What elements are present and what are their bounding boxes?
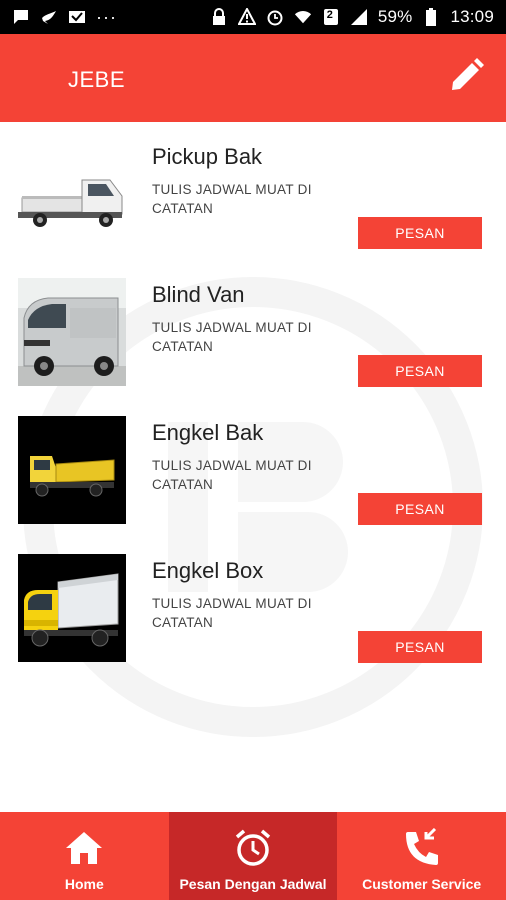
list-item-blind-van: Blind Van TULIS JADWAL MUAT DI CATATAN P…: [0, 260, 506, 398]
wifi-icon: [294, 8, 312, 26]
bottom-navigation: Home Pesan Dengan Jadwal Customer Servic…: [0, 812, 506, 900]
alarm-icon: [266, 8, 284, 26]
box-truck-image: [18, 554, 126, 662]
signal-icon: [350, 8, 368, 26]
sim-badge-icon: 2: [322, 8, 340, 26]
pesan-button[interactable]: PESAN: [358, 631, 482, 663]
vehicle-list[interactable]: Pickup Bak TULIS JADWAL MUAT DI CATATAN …: [0, 122, 506, 812]
van-image: [18, 278, 126, 386]
battery-percent: 59%: [377, 7, 413, 26]
status-bar-system: 2 59% 13:09: [210, 7, 494, 27]
mail-check-icon: [68, 8, 86, 26]
item-title: Pickup Bak: [152, 144, 263, 169]
pesan-button[interactable]: PESAN: [358, 217, 482, 249]
status-bar-notifications: ···: [12, 8, 117, 26]
nav-home[interactable]: Home: [0, 812, 169, 900]
item-title: Engkel Box: [152, 558, 264, 583]
bird-icon: [40, 8, 58, 26]
nav-label: Customer Service: [362, 876, 482, 892]
sim-badge-number: 2: [326, 9, 333, 21]
nav-pesan-dengan-jadwal[interactable]: Pesan Dengan Jadwal: [168, 812, 338, 900]
list-item-pickup-bak: Pickup Bak TULIS JADWAL MUAT DI CATATAN …: [0, 122, 506, 260]
item-description: TULIS JADWAL MUAT DI CATATAN: [152, 320, 312, 354]
pesan-button[interactable]: PESAN: [358, 493, 482, 525]
nav-label: Home: [64, 876, 104, 892]
message-icon: [12, 8, 30, 26]
pesan-button[interactable]: PESAN: [358, 355, 482, 387]
dump-truck-image: [18, 416, 126, 524]
edit-button[interactable]: [446, 56, 486, 96]
nav-label: Pesan Dengan Jadwal: [179, 876, 327, 892]
app-bar: JEBE: [0, 34, 506, 122]
item-title: Engkel Bak: [152, 420, 264, 445]
status-bar: ··· 2 59% 13:09: [0, 0, 506, 34]
pickup-truck-image: [18, 140, 126, 248]
list-item-engkel-bak: Engkel Bak TULIS JADWAL MUAT DI CATATAN …: [0, 398, 506, 536]
warning-icon: [237, 8, 256, 26]
item-title: Blind Van: [152, 282, 245, 307]
pencil-icon: [452, 58, 484, 90]
app-title: JEBE: [68, 67, 126, 92]
item-description: TULIS JADWAL MUAT DI CATATAN: [152, 596, 312, 630]
nav-customer-service[interactable]: Customer Service: [337, 812, 506, 900]
battery-icon: [422, 8, 440, 26]
alarm-clock-icon: [233, 828, 273, 868]
clock-time: 13:09: [450, 7, 494, 26]
home-icon: [64, 828, 104, 868]
overflow-dots: ···: [96, 7, 117, 27]
item-description: TULIS JADWAL MUAT DI CATATAN: [152, 458, 312, 492]
lock-icon: [210, 8, 228, 26]
list-item-engkel-box: Engkel Box TULIS JADWAL MUAT DI CATATAN …: [0, 536, 506, 674]
phone-forward-icon: [402, 828, 442, 868]
item-description: TULIS JADWAL MUAT DI CATATAN: [152, 182, 312, 216]
